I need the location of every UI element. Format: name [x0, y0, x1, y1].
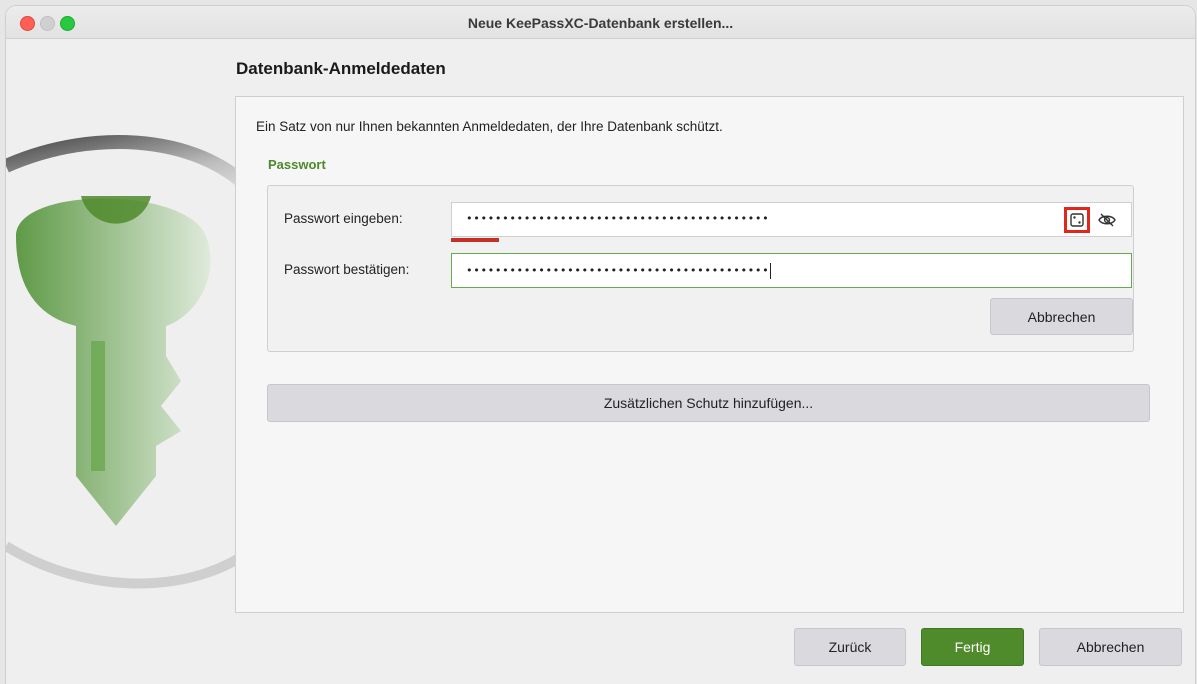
finish-button[interactable]: Fertig — [921, 628, 1024, 666]
credentials-panel: Ein Satz von nur Ihnen bekannten Anmelde… — [235, 96, 1184, 613]
text-caret — [770, 263, 772, 279]
confirm-password-label: Passwort bestätigen: — [284, 262, 410, 277]
password-group: Passwort eingeben: •••••••••••••••••••••… — [267, 185, 1134, 352]
cancel-button[interactable]: Abbrechen — [1039, 628, 1182, 666]
add-additional-protection-button[interactable]: Zusätzlichen Schutz hinzufügen... — [267, 384, 1150, 422]
password-section-title: Passwort — [268, 157, 326, 172]
title-bar: Neue KeePassXC-Datenbank erstellen... — [6, 6, 1195, 39]
password-strength-fill — [451, 238, 499, 242]
dice-icon — [1070, 213, 1084, 227]
window-title: Neue KeePassXC-Datenbank erstellen... — [467, 15, 734, 31]
description-text: Ein Satz von nur Ihnen bekannten Anmelde… — [256, 119, 723, 134]
back-button[interactable]: Zurück — [794, 628, 906, 666]
confirm-password-input[interactable]: ••••••••••••••••••••••••••••••••••••••••… — [451, 253, 1132, 288]
password-generator-button[interactable] — [1064, 207, 1090, 233]
create-database-window: Neue KeePassXC-Datenbank erstellen... Da… — [6, 6, 1195, 684]
password-cancel-button[interactable]: Abbrechen — [990, 298, 1133, 335]
confirm-password-value: ••••••••••••••••••••••••••••••••••••••••… — [466, 263, 772, 279]
toggle-password-visibility-button[interactable] — [1095, 209, 1119, 231]
eye-slash-icon — [1098, 213, 1116, 227]
enter-password-value: ••••••••••••••••••••••••••••••••••••••••… — [466, 212, 770, 225]
page-heading: Datenbank-Anmeldedaten — [236, 59, 446, 78]
confirm-password-dots: ••••••••••••••••••••••••••••••••••••••••… — [466, 264, 770, 277]
password-strength-bar — [451, 238, 1132, 242]
enter-password-input[interactable]: ••••••••••••••••••••••••••••••••••••••••… — [451, 202, 1132, 237]
enter-password-label: Passwort eingeben: — [284, 211, 403, 226]
